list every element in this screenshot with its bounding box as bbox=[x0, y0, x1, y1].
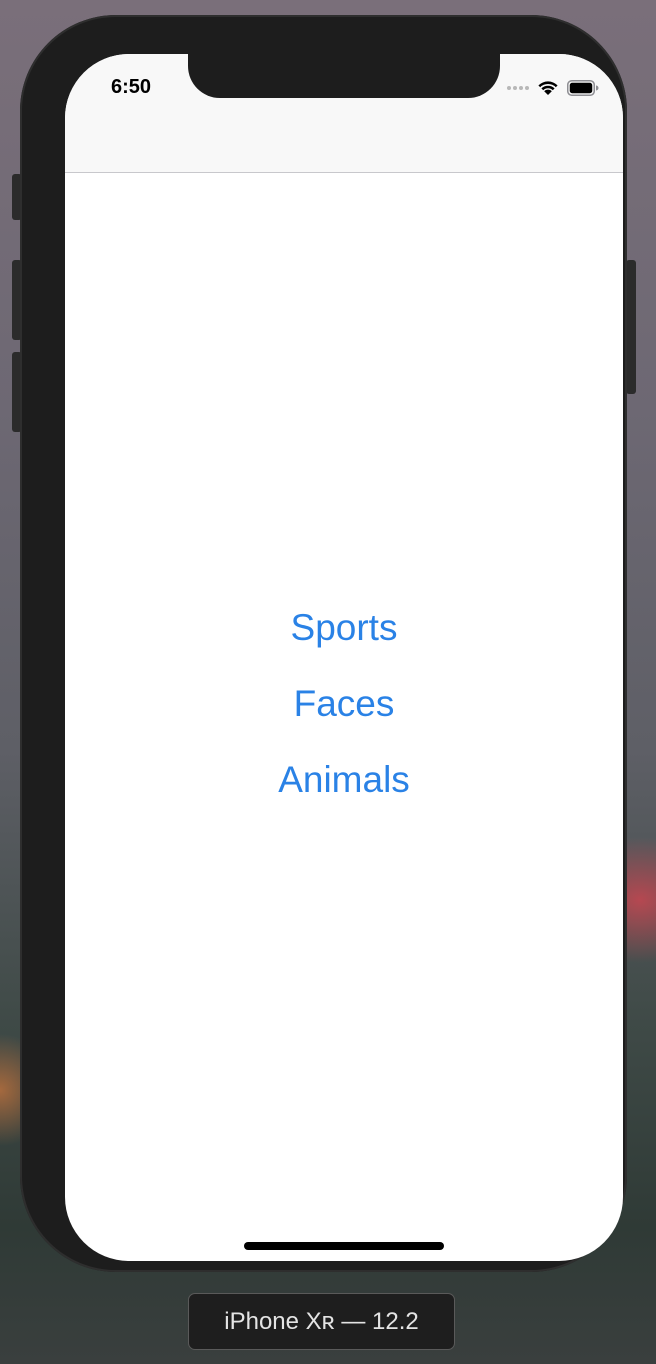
power-button bbox=[626, 260, 636, 394]
status-time: 6:50 bbox=[111, 76, 152, 98]
sports-button[interactable]: Sports bbox=[291, 590, 398, 666]
signal-dots-icon bbox=[507, 86, 529, 90]
battery-icon bbox=[567, 80, 599, 96]
status-icons bbox=[507, 78, 599, 98]
device-screen: 6:50 Sports Faces Animals bbox=[65, 54, 623, 1261]
simulator-device-label: iPhone Xʀ — 12.2 bbox=[188, 1293, 455, 1350]
category-menu: Sports Faces Animals bbox=[65, 590, 623, 818]
simulator-device-frame: 6:50 Sports Faces Animals bbox=[20, 15, 627, 1272]
home-indicator[interactable] bbox=[244, 1242, 444, 1250]
animals-button[interactable]: Animals bbox=[278, 742, 410, 818]
wifi-icon bbox=[538, 81, 558, 95]
device-notch bbox=[188, 54, 500, 98]
faces-button[interactable]: Faces bbox=[294, 666, 395, 742]
